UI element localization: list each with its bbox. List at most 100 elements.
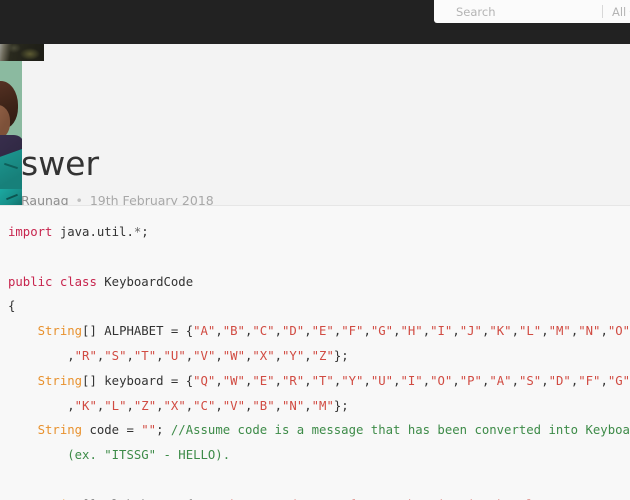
code-token: "T" <box>311 373 334 388</box>
author-avatar[interactable] <box>0 61 22 189</box>
code-token: "S" <box>104 348 127 363</box>
code-token: , <box>541 324 549 339</box>
code-token: , <box>304 324 312 339</box>
code-token: "B" <box>222 324 245 339</box>
code-token: "E" <box>252 373 275 388</box>
code-token: "M" <box>548 324 571 339</box>
code-token: , <box>541 373 549 388</box>
code-token: , <box>422 324 431 339</box>
code-token: , <box>304 348 312 363</box>
code-token: }; <box>333 348 349 363</box>
code-token: "I" <box>400 373 423 388</box>
code-token: , <box>422 373 431 388</box>
code-token: , <box>304 373 312 388</box>
code-token: "I" <box>430 324 453 339</box>
code-token: "F" <box>578 373 601 388</box>
cover-thumbnail-image <box>0 44 44 61</box>
code-token: , <box>363 324 371 339</box>
code-token: "D" <box>548 373 571 388</box>
code-token: "" <box>141 423 157 438</box>
code-token: , <box>511 373 519 388</box>
code-token: ; <box>156 423 171 438</box>
code-token: , <box>156 348 164 363</box>
search-scope-label: All <box>612 4 627 19</box>
code-token: "P" <box>459 373 482 388</box>
code-token: , <box>274 348 283 363</box>
code-token: "V" <box>193 348 216 363</box>
code-token: code = <box>82 423 142 438</box>
code-token: class <box>59 274 97 289</box>
code-token: "Z" <box>133 398 157 413</box>
code-token: [] keyboard = { <box>82 373 194 388</box>
code-token: "F" <box>341 324 364 339</box>
code-token: public <box>8 274 53 289</box>
code-token: "G" <box>370 324 394 339</box>
code-token: "N" <box>578 324 601 339</box>
code-token: "C" <box>193 398 216 413</box>
code-token: "T" <box>133 348 157 363</box>
code-token: "G" <box>607 373 630 388</box>
code-token: , <box>215 373 223 388</box>
code-token: , <box>156 398 164 413</box>
code-token: "K" <box>74 398 97 413</box>
code-token: "V" <box>222 398 245 413</box>
search-input[interactable] <box>434 0 602 23</box>
accent-slash <box>6 193 18 201</box>
code-token: , <box>8 348 75 363</box>
code-token: "Y" <box>341 373 364 388</box>
code-token: , <box>274 324 282 339</box>
code-token: , <box>126 398 134 413</box>
code-token: , <box>452 373 460 388</box>
search-panel: All <box>434 0 630 23</box>
code-token: "U" <box>370 373 394 388</box>
code-token: , <box>452 324 460 339</box>
code-token: "D" <box>281 324 305 339</box>
post-body: swer Raunaq • 19th February 2018 import … <box>0 44 630 500</box>
code-token: String <box>37 423 83 438</box>
code-token: , <box>600 324 608 339</box>
accent-block <box>0 189 22 205</box>
code-content: import java.util.*; public class Keyboar… <box>0 206 630 500</box>
code-token: , <box>215 398 223 413</box>
code-token: "E" <box>311 324 334 339</box>
code-block[interactable]: import java.util.*; public class Keyboar… <box>0 205 630 500</box>
code-token: "N" <box>282 398 305 413</box>
code-token: , <box>511 324 519 339</box>
code-token: "O" <box>430 373 453 388</box>
code-token: "J" <box>459 324 482 339</box>
code-token: "Z" <box>311 348 334 363</box>
code-token: "Q" <box>193 373 216 388</box>
code-token: , <box>363 373 371 388</box>
code-token: "A" <box>489 373 512 388</box>
code-token: java.util. <box>52 225 134 239</box>
code-token: , <box>274 398 283 413</box>
search-scope-dropdown[interactable]: All <box>603 0 630 23</box>
code-token: String <box>37 373 83 388</box>
code-token: "K" <box>489 324 512 339</box>
code-token: //Assume code is a message that has been… <box>170 423 630 438</box>
code-token: "X" <box>252 348 275 363</box>
code-token: "Y" <box>282 348 305 363</box>
code-token: "L" <box>104 398 127 413</box>
code-token: import <box>8 225 53 239</box>
code-token: (ex. "ITSSG" - HELLO). <box>67 448 231 463</box>
code-token: }; <box>333 398 349 413</box>
code-token: "C" <box>252 324 275 339</box>
code-token: "R" <box>74 348 97 363</box>
code-token: "U" <box>163 348 186 363</box>
code-token: "S" <box>518 373 542 388</box>
code-token: "B" <box>252 398 275 413</box>
code-token: { <box>8 299 16 314</box>
code-token: , <box>8 398 75 413</box>
code-token: , <box>215 348 223 363</box>
code-token: "R" <box>281 373 305 388</box>
code-token: "L" <box>518 324 542 339</box>
code-token: , <box>126 348 134 363</box>
code-token: "W" <box>222 373 245 388</box>
code-token: KeyboardCode <box>96 274 194 289</box>
